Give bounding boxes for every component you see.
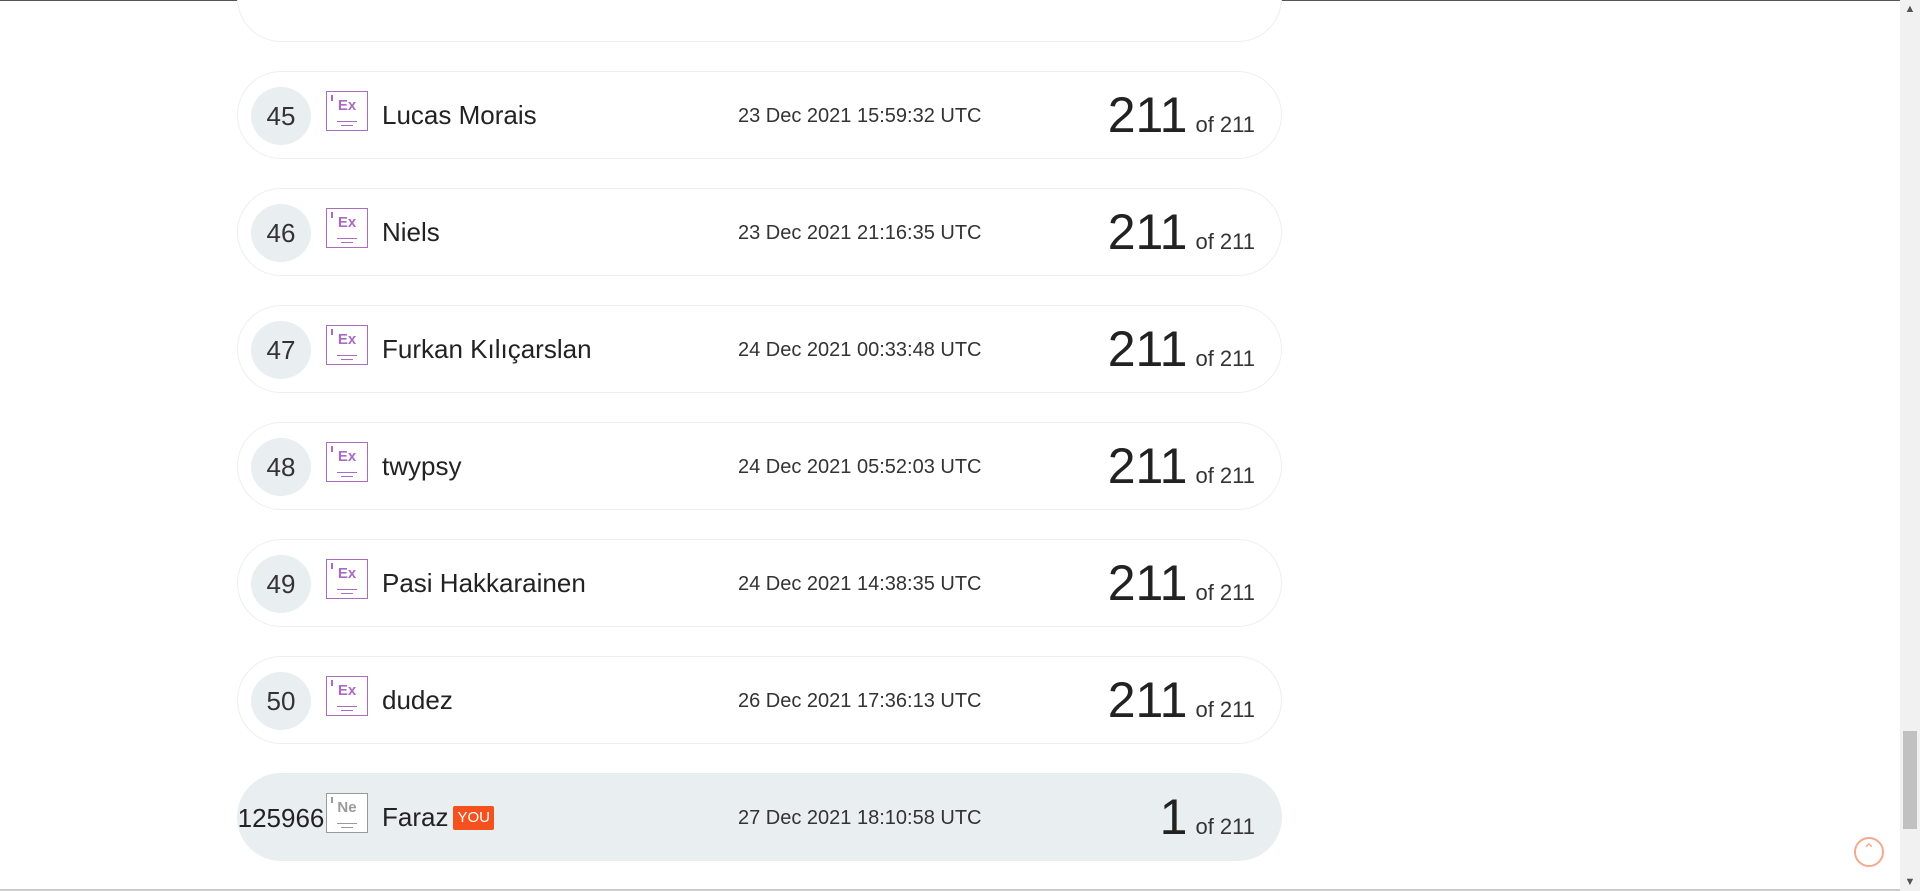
leaderboard-row: 50 Ex dudez 26 Dec 2021 17:36:13 UTC 211… [237,656,1282,744]
vertical-scrollbar[interactable]: ▲ ▼ [1900,0,1920,891]
score-value: 211 [1107,87,1188,143]
score-value: 211 [1107,321,1188,377]
you-badge: YOU [453,805,494,830]
score-total: of 211 [1195,346,1255,371]
score: 211 of 211 [1108,437,1255,495]
rank-badge: 47 [251,321,311,379]
score-value: 211 [1107,672,1188,728]
expert-element-icon: Ex [326,676,368,716]
newbie-element-icon: Ne [326,793,368,833]
score-total: of 211 [1195,697,1255,722]
score: 211 of 211 [1108,554,1255,612]
score-value: 211 [1107,555,1188,611]
player-name[interactable]: Faraz YOU [382,802,494,833]
rank-badge: 48 [251,438,311,496]
score-total: of 211 [1195,463,1255,488]
leaderboard-row: 46 Ex Niels 23 Dec 2021 21:16:35 UTC 211… [237,188,1282,276]
rank-badge: 45 [251,87,311,145]
leaderboard-row: 49 Ex Pasi Hakkarainen 24 Dec 2021 14:38… [237,539,1282,627]
completion-date: 23 Dec 2021 15:59:32 UTC [738,105,982,127]
completion-date: 23 Dec 2021 21:16:35 UTC [738,222,982,244]
scrollbar-thumb[interactable] [1903,731,1917,829]
score: 211 of 211 [1108,320,1255,378]
score: 1 of 211 [1160,788,1255,846]
score-total: of 211 [1195,229,1255,254]
leaderboard-page: 45 Ex Lucas Morais 23 Dec 2021 15:59:32 … [0,0,1920,891]
completion-date: 24 Dec 2021 14:38:35 UTC [738,573,982,595]
score: 211 of 211 [1108,203,1255,261]
completion-date: 26 Dec 2021 17:36:13 UTC [738,690,982,712]
chevron-up-circle-icon[interactable]: ⌃ [1854,837,1884,867]
scroll-up-arrow-icon[interactable]: ▲ [1900,0,1920,18]
expert-element-icon: Ex [326,325,368,365]
player-name[interactable]: Furkan Kılıçarslan [382,334,592,365]
score: 211 of 211 [1108,86,1255,144]
player-name[interactable]: dudez [382,685,453,716]
expert-element-icon: Ex [326,91,368,131]
player-name[interactable]: Lucas Morais [382,100,537,131]
expert-element-icon: Ex [326,208,368,248]
leaderboard-row: 45 Ex Lucas Morais 23 Dec 2021 15:59:32 … [237,71,1282,159]
leaderboard-list: 45 Ex Lucas Morais 23 Dec 2021 15:59:32 … [237,0,1282,890]
score: 211 of 211 [1108,671,1255,729]
player-name[interactable]: Niels [382,217,440,248]
rank-badge: 125966 [237,802,325,833]
expert-element-icon: Ex [326,559,368,599]
rank-badge: 50 [251,672,311,730]
current-user-row: 125966 Ne Faraz YOU 27 Dec 2021 18:10:58… [237,773,1282,861]
player-name[interactable]: twypsy [382,451,461,482]
score-value: 211 [1107,438,1188,494]
leaderboard-row: 48 Ex twypsy 24 Dec 2021 05:52:03 UTC 21… [237,422,1282,510]
leaderboard-row: 47 Ex Furkan Kılıçarslan 24 Dec 2021 00:… [237,305,1282,393]
score-total: of 211 [1195,814,1255,839]
rank-badge: 46 [251,204,311,262]
score-total: of 211 [1195,580,1255,605]
completion-date: 27 Dec 2021 18:10:58 UTC [738,807,982,829]
score-value: 1 [1159,789,1188,845]
completion-date: 24 Dec 2021 00:33:48 UTC [738,339,982,361]
score-total: of 211 [1195,112,1255,137]
scroll-down-arrow-icon[interactable]: ▼ [1900,873,1920,891]
leaderboard-row [237,0,1282,42]
completion-date: 24 Dec 2021 05:52:03 UTC [738,456,982,478]
rank-badge: 49 [251,555,311,613]
player-name[interactable]: Pasi Hakkarainen [382,568,586,599]
expert-element-icon: Ex [326,442,368,482]
score-value: 211 [1107,204,1188,260]
